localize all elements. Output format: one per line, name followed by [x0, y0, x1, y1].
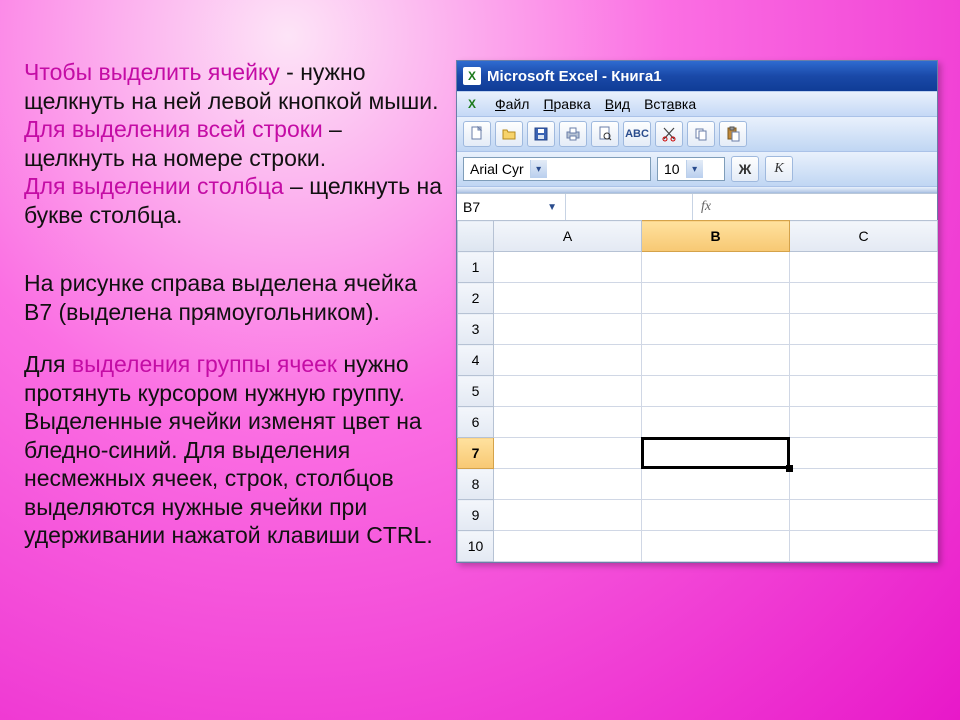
cell-A7[interactable] [494, 438, 642, 469]
cell-B7[interactable] [642, 438, 790, 469]
row-header-3[interactable]: 3 [458, 314, 494, 345]
cell-C7[interactable] [790, 438, 938, 469]
excel-app-icon: X [463, 67, 481, 85]
cell-C2[interactable] [790, 283, 938, 314]
preview-icon [597, 126, 613, 142]
italic-button[interactable]: К [765, 156, 793, 182]
font-name-combo[interactable]: Arial Cyr [463, 157, 651, 181]
bold-button[interactable]: Ж [731, 156, 759, 182]
instruction-text: Чтобы выделить ячейку - нужно щелкнуть н… [24, 58, 448, 574]
paragraph-2: На рисунке справа выделена ячейка B7 (вы… [24, 269, 448, 326]
highlight-cell: Чтобы выделить ячейку [24, 59, 280, 85]
font-name-value: Arial Cyr [470, 161, 524, 177]
cell-A4[interactable] [494, 345, 642, 376]
paragraph-3: Для выделения группы ячеек нужно протяну… [24, 350, 448, 550]
menu-edit[interactable]: Правка [543, 96, 590, 112]
print-preview-button[interactable] [591, 121, 619, 147]
cell-B5[interactable] [642, 376, 790, 407]
cell-B9[interactable] [642, 500, 790, 531]
spreadsheet-grid: A B C 12345678910 [457, 220, 938, 562]
cell-A5[interactable] [494, 376, 642, 407]
row-header-10[interactable]: 10 [458, 531, 494, 562]
paste-icon [725, 126, 741, 142]
open-button[interactable] [495, 121, 523, 147]
cell-C4[interactable] [790, 345, 938, 376]
font-size-combo[interactable]: 10 [657, 157, 725, 181]
select-all-corner[interactable] [458, 221, 494, 252]
row-header-7[interactable]: 7 [458, 438, 494, 469]
open-icon [501, 126, 517, 142]
cell-A1[interactable] [494, 252, 642, 283]
print-icon [565, 126, 581, 142]
dropdown-icon[interactable] [530, 160, 547, 178]
workbook-icon: X [463, 96, 481, 112]
cell-C10[interactable] [790, 531, 938, 562]
col-header-b[interactable]: B [642, 221, 790, 252]
cell-A9[interactable] [494, 500, 642, 531]
cut-button[interactable] [655, 121, 683, 147]
row-header-5[interactable]: 5 [458, 376, 494, 407]
highlight-column: Для выделении столбца [24, 173, 284, 199]
name-box-value: B7 [463, 199, 480, 215]
cut-icon [661, 126, 677, 142]
new-icon [469, 126, 485, 142]
toolbar-grip [457, 186, 937, 193]
menu-insert[interactable]: Вставка [644, 96, 696, 112]
spellcheck-button[interactable]: ABC [623, 121, 651, 147]
cell-B10[interactable] [642, 531, 790, 562]
name-box[interactable]: B7 ▼ [457, 194, 566, 220]
row-header-2[interactable]: 2 [458, 283, 494, 314]
cell-A6[interactable] [494, 407, 642, 438]
menu-view[interactable]: Вид [605, 96, 630, 112]
standard-toolbar: ABC [457, 116, 937, 151]
cell-A10[interactable] [494, 531, 642, 562]
cell-B4[interactable] [642, 345, 790, 376]
cell-B2[interactable] [642, 283, 790, 314]
dropdown-icon[interactable]: ▼ [547, 202, 559, 213]
cell-C9[interactable] [790, 500, 938, 531]
cell-A2[interactable] [494, 283, 642, 314]
cell-B6[interactable] [642, 407, 790, 438]
cell-A3[interactable] [494, 314, 642, 345]
title-bar[interactable]: X Microsoft Excel - Книга1 [457, 61, 937, 91]
copy-button[interactable] [687, 121, 715, 147]
row-header-9[interactable]: 9 [458, 500, 494, 531]
print-button[interactable] [559, 121, 587, 147]
row-header-1[interactable]: 1 [458, 252, 494, 283]
row-header-8[interactable]: 8 [458, 469, 494, 500]
new-button[interactable] [463, 121, 491, 147]
paragraph-1: Чтобы выделить ячейку - нужно щелкнуть н… [24, 58, 448, 229]
save-icon [533, 126, 549, 142]
dropdown-icon[interactable] [686, 160, 703, 178]
col-header-c[interactable]: C [790, 221, 938, 252]
window-title: Microsoft Excel - Книга1 [487, 68, 662, 85]
cell-B8[interactable] [642, 469, 790, 500]
cell-B3[interactable] [642, 314, 790, 345]
cell-C5[interactable] [790, 376, 938, 407]
highlight-group: выделения группы ячеек [72, 351, 337, 377]
cell-A8[interactable] [494, 469, 642, 500]
row-header-4[interactable]: 4 [458, 345, 494, 376]
cell-C3[interactable] [790, 314, 938, 345]
highlight-row: Для выделения всей строки [24, 116, 323, 142]
font-size-value: 10 [664, 161, 680, 177]
paste-button[interactable] [719, 121, 747, 147]
copy-icon [693, 126, 709, 142]
fx-label[interactable]: fx [692, 194, 719, 220]
formula-bar: B7 ▼ fx [457, 193, 937, 220]
cell-B1[interactable] [642, 252, 790, 283]
menu-bar[interactable]: X Файл Правка Вид Вставка [457, 91, 937, 116]
cell-C8[interactable] [790, 469, 938, 500]
col-header-a[interactable]: A [494, 221, 642, 252]
cell-C1[interactable] [790, 252, 938, 283]
save-button[interactable] [527, 121, 555, 147]
cell-C6[interactable] [790, 407, 938, 438]
row-header-6[interactable]: 6 [458, 407, 494, 438]
excel-window: X Microsoft Excel - Книга1 X Файл Правка… [456, 60, 938, 563]
menu-file[interactable]: Файл [495, 96, 529, 112]
formatting-toolbar: Arial Cyr 10 Ж К [457, 151, 937, 186]
